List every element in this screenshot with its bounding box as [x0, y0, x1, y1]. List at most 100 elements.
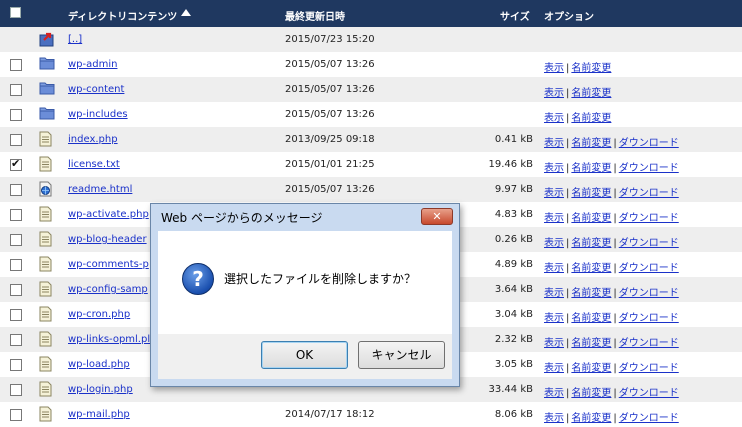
- view-link[interactable]: 表示: [544, 188, 564, 199]
- folder-icon: [39, 56, 55, 72]
- table-row: wp-admin 2015/05/07 13:26 表示 | 名前変更: [0, 52, 742, 77]
- sort-ascending-icon[interactable]: [181, 9, 191, 16]
- separator: |: [566, 363, 570, 374]
- rename-link[interactable]: 名前変更: [571, 238, 611, 249]
- row-checkbox[interactable]: [10, 184, 22, 196]
- row-checkbox[interactable]: [10, 59, 22, 71]
- view-link[interactable]: 表示: [544, 213, 564, 224]
- download-link[interactable]: ダウンロード: [619, 363, 679, 374]
- file-name-link[interactable]: wp-links-opml.pl: [68, 334, 150, 345]
- download-link[interactable]: ダウンロード: [619, 138, 679, 149]
- row-checkbox[interactable]: [10, 334, 22, 346]
- rename-link[interactable]: 名前変更: [571, 163, 611, 174]
- rename-link[interactable]: 名前変更: [571, 263, 611, 274]
- column-header-date[interactable]: 最終更新日時: [285, 8, 345, 23]
- file-name-link[interactable]: wp-login.php: [68, 384, 133, 395]
- row-checkbox[interactable]: [10, 384, 22, 396]
- row-checkbox[interactable]: [10, 359, 22, 371]
- download-link[interactable]: ダウンロード: [619, 263, 679, 274]
- confirm-dialog: Web ページからのメッセージ ✕ ? 選択したファイルを削除しますか？ OK …: [150, 203, 460, 387]
- view-link[interactable]: 表示: [544, 413, 564, 424]
- file-name-link[interactable]: wp-comments-p: [68, 259, 149, 270]
- row-checkbox[interactable]: [10, 209, 22, 221]
- file-name-link[interactable]: wp-admin: [68, 59, 117, 70]
- download-link[interactable]: ダウンロード: [619, 238, 679, 249]
- rename-link[interactable]: 名前変更: [571, 138, 611, 149]
- file-name-link[interactable]: readme.html: [68, 184, 132, 195]
- ok-button[interactable]: OK: [261, 341, 348, 369]
- rename-link[interactable]: 名前変更: [571, 388, 611, 399]
- view-link[interactable]: 表示: [544, 313, 564, 324]
- download-link[interactable]: ダウンロード: [619, 313, 679, 324]
- row-checkbox[interactable]: [10, 284, 22, 296]
- row-checkbox[interactable]: [10, 409, 22, 421]
- file-name-link[interactable]: index.php: [68, 134, 118, 145]
- separator: |: [566, 138, 570, 149]
- file-name-link[interactable]: wp-content: [68, 84, 124, 95]
- view-link[interactable]: 表示: [544, 238, 564, 249]
- rename-link[interactable]: 名前変更: [571, 213, 611, 224]
- row-checkbox[interactable]: [10, 84, 22, 96]
- modified-date: 2015/05/07 13:26: [285, 184, 375, 195]
- row-checkbox[interactable]: [10, 134, 22, 146]
- row-checkbox[interactable]: [10, 309, 22, 321]
- rename-link[interactable]: 名前変更: [571, 88, 611, 99]
- view-link[interactable]: 表示: [544, 63, 564, 74]
- view-link[interactable]: 表示: [544, 88, 564, 99]
- select-all-checkbox[interactable]: [10, 7, 21, 18]
- file-name-link[interactable]: wp-includes: [68, 109, 128, 120]
- file-name-link[interactable]: wp-activate.php: [68, 209, 149, 220]
- separator: |: [566, 88, 570, 99]
- row-checkbox[interactable]: [10, 109, 22, 121]
- row-checkbox[interactable]: [10, 259, 22, 271]
- file-name-link[interactable]: wp-cron.php: [68, 309, 130, 320]
- download-link[interactable]: ダウンロード: [619, 388, 679, 399]
- column-header-name[interactable]: ディレクトリコンテンツ: [68, 8, 177, 23]
- file-name-link[interactable]: wp-load.php: [68, 359, 130, 370]
- view-link[interactable]: 表示: [544, 363, 564, 374]
- download-link[interactable]: ダウンロード: [619, 288, 679, 299]
- rename-link[interactable]: 名前変更: [571, 113, 611, 124]
- rename-link[interactable]: 名前変更: [571, 363, 611, 374]
- view-link[interactable]: 表示: [544, 388, 564, 399]
- cancel-button[interactable]: キャンセル: [358, 341, 445, 369]
- rename-link[interactable]: 名前変更: [571, 338, 611, 349]
- download-link[interactable]: ダウンロード: [619, 163, 679, 174]
- view-link[interactable]: 表示: [544, 138, 564, 149]
- close-icon: ✕: [432, 210, 442, 223]
- rename-link[interactable]: 名前変更: [571, 313, 611, 324]
- view-link[interactable]: 表示: [544, 338, 564, 349]
- file-icon: [39, 356, 53, 372]
- file-size: 4.89 kB: [494, 259, 533, 270]
- rename-link[interactable]: 名前変更: [571, 188, 611, 199]
- separator: |: [613, 288, 617, 299]
- column-header-size[interactable]: サイズ: [500, 8, 530, 23]
- file-name-link[interactable]: license.txt: [68, 159, 120, 170]
- modified-date: 2014/07/17 18:12: [285, 409, 375, 420]
- file-icon: [39, 206, 53, 222]
- row-checkbox[interactable]: [10, 234, 22, 246]
- file-size: 3.05 kB: [494, 359, 533, 370]
- row-checkbox[interactable]: [10, 157, 22, 171]
- view-link[interactable]: 表示: [544, 288, 564, 299]
- table-row: license.txt2015/01/01 21:2519.46 kB表示|名前…: [0, 152, 742, 177]
- file-name-link[interactable]: [..]: [68, 34, 82, 45]
- separator: |: [613, 138, 617, 149]
- file-name-link[interactable]: wp-mail.php: [68, 409, 130, 420]
- view-link[interactable]: 表示: [544, 113, 564, 124]
- download-link[interactable]: ダウンロード: [619, 413, 679, 424]
- file-name-link[interactable]: wp-blog-header: [68, 234, 147, 245]
- download-link[interactable]: ダウンロード: [619, 188, 679, 199]
- rename-link[interactable]: 名前変更: [571, 288, 611, 299]
- view-link[interactable]: 表示: [544, 263, 564, 274]
- file-icon: [39, 156, 53, 172]
- download-link[interactable]: ダウンロード: [619, 338, 679, 349]
- separator: |: [566, 263, 570, 274]
- file-name-link[interactable]: wp-config-samp: [68, 284, 148, 295]
- table-row: readme.html 2015/05/07 13:26 9.97 kB 表示 | 名前変…: [0, 177, 742, 202]
- rename-link[interactable]: 名前変更: [571, 63, 611, 74]
- view-link[interactable]: 表示: [544, 163, 564, 174]
- rename-link[interactable]: 名前変更: [571, 413, 611, 424]
- dialog-close-button[interactable]: ✕: [421, 208, 453, 225]
- download-link[interactable]: ダウンロード: [619, 213, 679, 224]
